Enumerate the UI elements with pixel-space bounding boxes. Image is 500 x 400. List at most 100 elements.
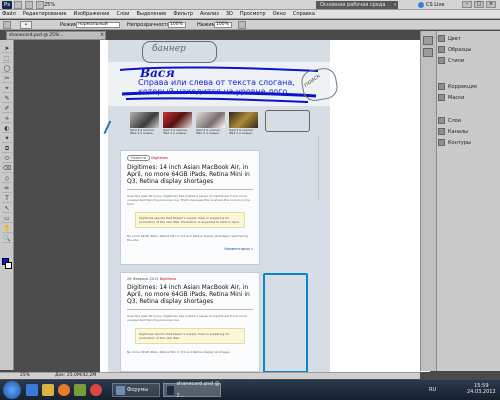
thumbnail-image — [163, 112, 192, 128]
flow-field[interactable]: 100% — [214, 22, 232, 28]
eraser-tool-icon[interactable]: ✦ — [2, 134, 12, 143]
menu-file[interactable]: Файл — [2, 11, 16, 17]
color-panel-icon — [438, 35, 445, 42]
ie-icon[interactable] — [26, 384, 38, 396]
post-tag[interactable]: Digitimes — [160, 277, 177, 281]
firefox-icon[interactable] — [58, 384, 70, 396]
menu-image[interactable]: Изображение — [73, 11, 109, 17]
healing-tool-icon[interactable]: ✎ — [2, 94, 12, 103]
airbrush-icon[interactable] — [238, 21, 246, 29]
start-button[interactable] — [3, 381, 21, 399]
menu-window[interactable]: Окно — [273, 11, 286, 17]
opera-icon[interactable] — [90, 384, 102, 396]
thumbnail-image — [229, 112, 258, 128]
eyedropper-tool-icon[interactable]: ⌖ — [2, 84, 12, 93]
panel-item-label: Контуры — [448, 139, 471, 146]
brush-tool-icon[interactable]: ✐ — [2, 104, 12, 113]
document-tab-close-icon[interactable]: × — [100, 32, 104, 38]
history-panel-icon[interactable] — [423, 36, 433, 45]
minimize-button[interactable]: – — [462, 1, 472, 8]
blog-post: 26 Февраль 2012 Digitimes Digitimes: 14 … — [120, 272, 260, 372]
thumbnail-item[interactable]: Ipad 2 в киоске iPad 2 и новые — [229, 112, 258, 142]
menu-3d[interactable]: 3D — [226, 11, 233, 17]
panel-item-paths[interactable]: Контуры — [438, 138, 471, 147]
move-tool-icon[interactable]: ➤ — [2, 44, 12, 53]
panel-item-color[interactable]: Цвет — [438, 34, 461, 43]
lasso-tool-icon[interactable]: ◯ — [2, 64, 12, 73]
blur-tool-icon[interactable]: ⬭ — [2, 154, 12, 163]
menu-view[interactable]: Просмотр — [240, 11, 266, 17]
background-color-swatch[interactable] — [5, 262, 12, 269]
swatches-panel-icon — [438, 46, 445, 53]
menu-filter[interactable]: Фильтр — [173, 11, 193, 17]
stamp-tool-icon[interactable]: ⟡ — [2, 114, 12, 123]
workspace-switcher[interactable]: Основная рабочая среда — [316, 1, 392, 9]
gradient-tool-icon[interactable]: ⧉ — [2, 144, 12, 153]
panel-item-label: Слои — [448, 117, 461, 124]
post-category[interactable]: Новости — [127, 155, 151, 161]
thumbnail-item[interactable]: Ipad 2 в киоске iPad 2 и новые — [130, 112, 159, 142]
taskbar-item-forums[interactable]: Форумы — [112, 383, 160, 397]
panel-item-swatches[interactable]: Образцы — [438, 45, 471, 54]
paths-panel-icon — [438, 139, 445, 146]
thumbnail-item[interactable]: Ipad 2 в киоске iPad 2 и новые — [196, 112, 225, 142]
panel-item-adjustments[interactable]: Коррекция — [438, 82, 477, 91]
cs-live-button[interactable]: CS Live — [418, 1, 444, 9]
post-title[interactable]: Digitimes: 14 inch Asian MacBook Air, in… — [127, 284, 253, 305]
menu-help[interactable]: Справка — [293, 11, 315, 17]
post-title[interactable]: Digitimes: 14 inch Asian MacBook Air, in… — [127, 164, 253, 185]
menu-select[interactable]: Выделение — [136, 11, 166, 17]
thumbnail-caption: Ipad 2 в киоске iPad 2 и новые — [130, 128, 154, 135]
panel-item-masks[interactable]: Маски — [438, 93, 464, 102]
panel-item-layers[interactable]: Слои — [438, 116, 461, 125]
zoom-tool-icon[interactable]: 🔍 — [2, 234, 12, 243]
post-tag[interactable]: Digitimes — [151, 156, 168, 160]
post-meta: Новости Digitimes — [127, 155, 253, 161]
close-button[interactable]: × — [486, 1, 496, 8]
brush-size-icon[interactable]: • — [20, 21, 32, 29]
path-selection-icon[interactable]: ↖ — [2, 204, 12, 213]
thumbnail-item[interactable]: Ipad 2 в киоске iPad 2 и новые — [163, 112, 192, 142]
post-divider — [127, 189, 253, 190]
workspace-arrow-icon[interactable]: » — [392, 1, 398, 9]
pencil-tool-icon[interactable]: ✏ — [2, 184, 12, 193]
crop-tool-icon[interactable]: ✂ — [2, 74, 12, 83]
menu-edit[interactable]: Редактирование — [23, 11, 67, 17]
read-more-link[interactable]: Комментарии » — [127, 247, 253, 251]
status-zoom[interactable]: 25% — [20, 373, 30, 378]
document-tab[interactable]: shanecard.psd @ 25%... — [6, 31, 106, 40]
menu-analysis[interactable]: Анализ — [200, 11, 219, 17]
maximize-button[interactable]: □ — [474, 1, 484, 8]
panel-item-styles[interactable]: Стили — [438, 56, 464, 65]
panel-item-channels[interactable]: Каналы — [438, 127, 468, 136]
opacity-field[interactable]: 100% — [168, 22, 186, 28]
actions-panel-icon[interactable] — [423, 48, 433, 57]
right-column-box — [265, 110, 310, 132]
menu-bar: Файл Редактирование Изображение Слои Выд… — [0, 10, 500, 19]
app-icon[interactable] — [74, 384, 86, 396]
type-tool-icon[interactable]: T — [2, 194, 12, 203]
masks-panel-icon — [438, 94, 445, 101]
brush-preset-icon[interactable] — [3, 21, 11, 29]
clock[interactable]: 15:59 24.03.2012 — [467, 383, 496, 395]
pen-tool-icon[interactable]: ◇ — [2, 174, 12, 183]
cs-live-icon — [418, 2, 424, 8]
language-indicator[interactable]: RU — [429, 387, 436, 393]
shape-tool-icon[interactable]: ▭ — [2, 214, 12, 223]
thumbnail-image — [130, 112, 159, 128]
taskbar-item-photoshop[interactable]: shanecard.psd @ 2... — [163, 381, 221, 399]
menu-layers[interactable]: Слои — [116, 11, 129, 17]
zoom-icon[interactable] — [36, 1, 44, 9]
hand-tool-icon[interactable]: ✋ — [2, 224, 12, 233]
post-quote: Digitimes reports that Taiwan's supply c… — [135, 328, 245, 344]
dodge-tool-icon[interactable]: ⌫ — [2, 164, 12, 173]
mini-bridge-icon[interactable] — [25, 1, 33, 9]
marquee-tool-icon[interactable]: ⬚ — [2, 54, 12, 63]
adjustments-panel-icon — [438, 83, 445, 90]
mode-select[interactable]: нормальный — [76, 22, 120, 28]
bridge-icon[interactable] — [14, 1, 22, 9]
zoom-level-top[interactable]: 25% — [44, 2, 55, 8]
post-body: Over the past 30 hours, Digitimes has po… — [127, 194, 250, 206]
explorer-icon[interactable] — [42, 384, 54, 396]
history-brush-icon[interactable]: ◐ — [2, 124, 12, 133]
